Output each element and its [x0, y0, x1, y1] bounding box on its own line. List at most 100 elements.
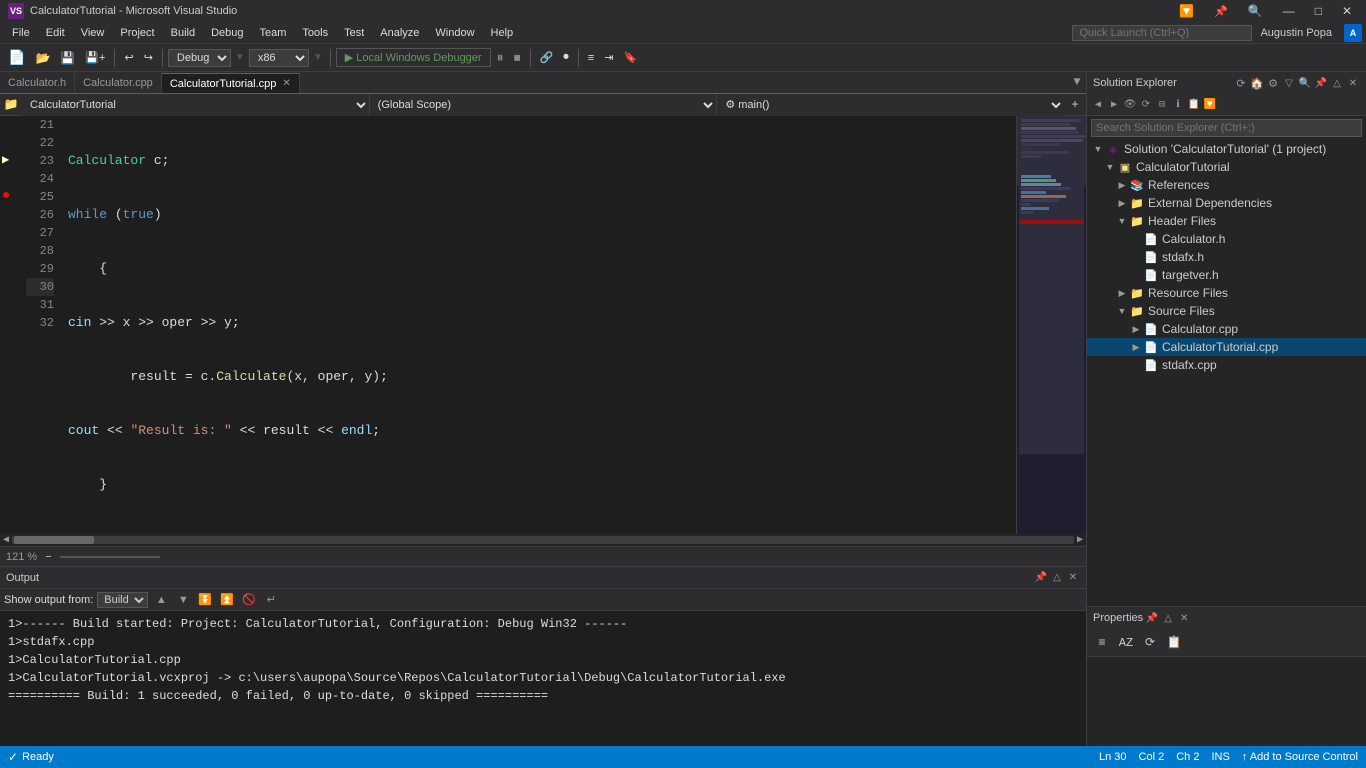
hscroll-track[interactable]: [12, 536, 1074, 544]
debug-mode-select[interactable]: Debug: [168, 49, 231, 67]
hscroll-thumb[interactable]: [14, 536, 94, 544]
undo-btn[interactable]: ↩: [120, 49, 137, 66]
tree-header-files[interactable]: ▼ 📁 Header Files: [1087, 212, 1366, 230]
se-filter-btn[interactable]: ▽: [1282, 76, 1296, 90]
hscroll-left[interactable]: ◀: [0, 534, 12, 546]
save-all-btn[interactable]: 💾+: [81, 49, 109, 66]
se-pin-btn[interactable]: 📌: [1314, 76, 1328, 90]
menu-tools[interactable]: Tools: [294, 25, 336, 41]
output-source-select[interactable]: Build: [97, 592, 148, 608]
menu-file[interactable]: File: [4, 25, 38, 41]
menu-analyze[interactable]: Analyze: [372, 25, 427, 41]
menu-help[interactable]: Help: [483, 25, 522, 41]
se-back-btn[interactable]: ◀: [1091, 98, 1105, 112]
tree-references[interactable]: ▶ 📚 References: [1087, 176, 1366, 194]
output-scroll-up-btn[interactable]: ▲: [152, 591, 170, 609]
props-refresh-btn[interactable]: ⟳: [1139, 632, 1161, 654]
code-editor[interactable]: ● ▶ 21 22 23 24 25 26 27 28 29 30 31 32: [0, 116, 1086, 534]
breakpoint-indicator[interactable]: ●: [2, 188, 10, 204]
se-properties-btn[interactable]: ℹ: [1171, 98, 1185, 112]
save-btn[interactable]: 💾: [56, 49, 79, 67]
tree-project[interactable]: ▼ ▣ CalculatorTutorial: [1087, 158, 1366, 176]
maximize-button[interactable]: □: [1309, 4, 1328, 18]
se-preview-btn[interactable]: 📋: [1187, 98, 1201, 112]
status-source-control[interactable]: ↑ Add to Source Control: [1242, 751, 1358, 763]
output-pin-btn[interactable]: 📌: [1034, 571, 1048, 585]
menu-window[interactable]: Window: [427, 25, 482, 41]
tab-calculatortutorial-cpp[interactable]: CalculatorTutorial.cpp ✕: [162, 73, 300, 93]
menu-edit[interactable]: Edit: [38, 25, 73, 41]
output-scroll-bottom-btn[interactable]: ⏬: [196, 591, 214, 609]
expand-editor-icon[interactable]: +: [1064, 94, 1086, 116]
indent-btn[interactable]: ⇥: [600, 49, 617, 66]
symbol-select[interactable]: ⚙ main(): [716, 94, 1064, 116]
props-expand-btn[interactable]: △: [1161, 611, 1175, 625]
props-desc-btn[interactable]: 📋: [1163, 632, 1185, 654]
output-scroll-top-btn[interactable]: ⏫: [218, 591, 236, 609]
new-btn[interactable]: 📄: [4, 47, 29, 68]
tree-stdafx-h[interactable]: 📄 stdafx.h: [1087, 248, 1366, 266]
output-content[interactable]: 1>------ Build started: Project: Calcula…: [0, 611, 1086, 746]
se-collapse-btn[interactable]: ⊟: [1155, 98, 1169, 112]
tree-stdafx-cpp[interactable]: 📄 stdafx.cpp: [1087, 356, 1366, 374]
tab-scroll-btn[interactable]: ▼: [1068, 71, 1086, 93]
se-refresh-btn[interactable]: ⟳: [1139, 98, 1153, 112]
menu-project[interactable]: Project: [112, 25, 162, 41]
se-expand-btn[interactable]: △: [1330, 76, 1344, 90]
props-category-btn[interactable]: ≡: [1091, 632, 1113, 654]
tree-targetver-h[interactable]: 📄 targetver.h: [1087, 266, 1366, 284]
tree-solution[interactable]: ▼ ◈ Solution 'CalculatorTutorial' (1 pro…: [1087, 140, 1366, 158]
se-filter2-btn[interactable]: 🔽: [1203, 98, 1217, 112]
redo-btn[interactable]: ↪: [140, 49, 157, 66]
se-search-input[interactable]: [1091, 119, 1362, 137]
se-home-btn[interactable]: 🏠: [1250, 76, 1264, 90]
minimize-button[interactable]: —: [1277, 4, 1301, 18]
global-scope-select[interactable]: (Global Scope): [369, 94, 717, 116]
props-close-btn[interactable]: ✕: [1177, 611, 1191, 625]
tree-calculatortutorial-cpp[interactable]: ▶ 📄 CalculatorTutorial.cpp: [1087, 338, 1366, 356]
attach-process-btn[interactable]: 🔗: [536, 49, 558, 66]
se-settings-btn[interactable]: ⚙: [1266, 76, 1280, 90]
project-scope-select[interactable]: CalculatorTutorial: [22, 94, 369, 116]
stop-btn[interactable]: ⏹: [510, 47, 525, 68]
menu-build[interactable]: Build: [163, 25, 203, 41]
tree-calculator-cpp[interactable]: ▶ 📄 Calculator.cpp: [1087, 320, 1366, 338]
tab-calculator-h[interactable]: Calculator.h: [0, 73, 75, 93]
output-close-btn[interactable]: ✕: [1066, 571, 1080, 585]
window-controls[interactable]: 🔽 📌 🔍 — □ ✕: [1173, 4, 1358, 18]
tree-resource-files[interactable]: ▶ 📁 Resource Files: [1087, 284, 1366, 302]
menu-debug[interactable]: Debug: [203, 25, 251, 41]
se-sync-btn[interactable]: ⟳: [1234, 76, 1248, 90]
se-show-all-btn[interactable]: 👁: [1123, 98, 1137, 112]
menu-test[interactable]: Test: [336, 25, 372, 41]
tree-calculator-h[interactable]: 📄 Calculator.h: [1087, 230, 1366, 248]
open-btn[interactable]: 📂: [31, 49, 54, 67]
code-content[interactable]: Calculator c; while (true) { cin >> x >>…: [60, 116, 1016, 534]
platform-select[interactable]: x86: [249, 49, 309, 67]
close-button[interactable]: ✕: [1336, 4, 1358, 18]
breakpoints-btn[interactable]: ⏺: [559, 49, 573, 66]
tree-source-files[interactable]: ▼ 📁 Source Files: [1087, 302, 1366, 320]
se-close-btn[interactable]: ✕: [1346, 76, 1360, 90]
props-alpha-btn[interactable]: AZ: [1115, 632, 1137, 654]
props-pin-btn[interactable]: 📌: [1145, 611, 1159, 625]
se-forward-btn[interactable]: ▶: [1107, 98, 1121, 112]
run-button[interactable]: ▶ Local Windows Debugger: [336, 48, 491, 67]
bookmark-btn[interactable]: 🔖: [619, 49, 641, 66]
pause-btn[interactable]: ⏸: [493, 47, 508, 68]
hscroll-right[interactable]: ▶: [1074, 534, 1086, 546]
editor-hscroll[interactable]: ◀ ▶: [0, 534, 1086, 546]
quick-launch-input[interactable]: [1072, 25, 1252, 41]
tab-close-icon[interactable]: ✕: [282, 78, 290, 89]
minimap[interactable]: [1016, 116, 1086, 534]
tab-calculator-cpp[interactable]: Calculator.cpp: [75, 73, 162, 93]
se-search-btn[interactable]: 🔍: [1298, 76, 1312, 90]
output-wrap-btn[interactable]: ↵: [262, 591, 280, 609]
align-btn[interactable]: ≡: [584, 50, 598, 66]
output-clear-btn[interactable]: 🚫: [240, 591, 258, 609]
output-expand-btn[interactable]: △: [1050, 571, 1064, 585]
menu-view[interactable]: View: [73, 25, 113, 41]
tree-external-deps[interactable]: ▶ 📁 External Dependencies: [1087, 194, 1366, 212]
zoom-minus[interactable]: −: [45, 551, 51, 563]
menu-team[interactable]: Team: [252, 25, 295, 41]
